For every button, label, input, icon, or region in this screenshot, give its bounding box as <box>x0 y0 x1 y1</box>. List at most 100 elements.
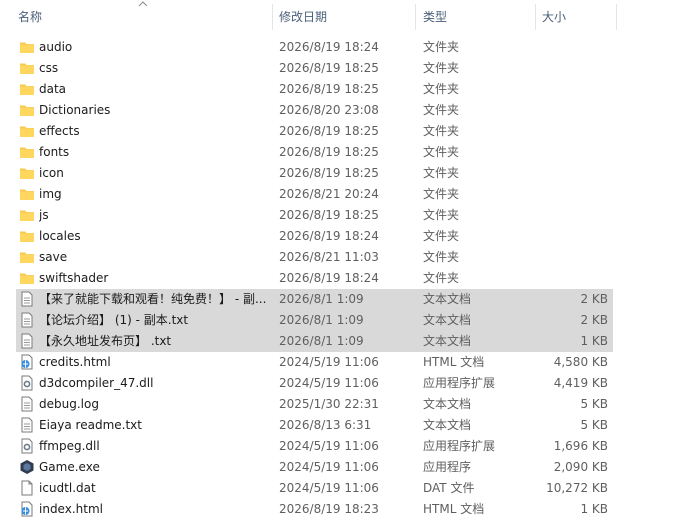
text-file-icon <box>19 291 35 307</box>
file-name: locales <box>39 229 81 243</box>
file-size: 1 KB <box>580 502 608 516</box>
file-size: 4,419 KB <box>553 376 608 390</box>
column-divider[interactable] <box>415 4 416 30</box>
file-date: 2026/8/19 18:25 <box>279 82 379 96</box>
file-date: 2025/1/30 22:31 <box>279 397 379 411</box>
folder-icon <box>19 270 35 286</box>
column-header-size-label: 大小 <box>542 10 567 24</box>
file-name: swiftshader <box>39 271 109 285</box>
file-size: 1,696 KB <box>553 439 608 453</box>
file-row[interactable]: img 2026/8/21 20:24 文件夹 <box>16 184 613 205</box>
file-name: 【论坛介绍】 (1) - 副本.txt <box>39 313 189 327</box>
file-row[interactable]: debug.log 2025/1/30 22:31 文本文档 5 KB <box>16 394 613 415</box>
file-row[interactable]: fonts 2026/8/19 18:25 文件夹 <box>16 142 613 163</box>
file-date: 2024/5/19 11:06 <box>279 355 379 369</box>
file-name: data <box>39 82 67 96</box>
file-row[interactable]: audio 2026/8/19 18:24 文件夹 <box>16 37 613 58</box>
file-row[interactable]: 【来了就能下载和观看！纯免费！】 - 副... 2026/8/1 1:09 文本文档… <box>16 289 613 310</box>
file-date: 2026/8/19 18:24 <box>279 229 379 243</box>
file-row[interactable]: swiftshader 2026/8/19 18:24 文件夹 <box>16 268 613 289</box>
file-row[interactable]: credits.html 2024/5/19 11:06 HTML 文档 4,580 … <box>16 352 613 373</box>
file-date: 2026/8/19 18:25 <box>279 61 379 75</box>
text-file-icon <box>19 333 35 349</box>
file-name: audio <box>39 40 73 54</box>
vertical-scrollbar[interactable] <box>662 0 676 519</box>
file-name: 【永久地址发布页】 .txt <box>39 334 172 348</box>
file-row[interactable]: locales 2026/8/19 18:24 文件夹 <box>16 226 613 247</box>
html-file-icon <box>19 354 35 370</box>
file-date: 2026/8/13 6:31 <box>279 418 372 432</box>
dll-file-icon <box>19 438 35 454</box>
column-divider[interactable] <box>616 4 617 30</box>
file-row[interactable]: Game.exe 2024/5/19 11:06 应用程序 2,090 KB <box>16 457 613 478</box>
folder-icon <box>19 165 35 181</box>
column-header-date[interactable]: 修改日期 <box>279 0 409 34</box>
file-date: 2026/8/1 1:09 <box>279 334 364 348</box>
file-size: 4,580 KB <box>553 355 608 369</box>
file-size <box>486 247 608 268</box>
file-date: 2024/5/19 11:06 <box>279 376 379 390</box>
file-size: 1 KB <box>580 334 608 348</box>
file-name: 【来了就能下载和观看！纯免费！】 - 副... <box>39 292 267 306</box>
file-date: 2026/8/19 18:25 <box>279 166 379 180</box>
folder-icon <box>19 60 35 76</box>
file-date: 2026/8/19 18:25 <box>279 124 379 138</box>
file-size <box>486 226 608 247</box>
file-date: 2024/5/19 11:06 <box>279 460 379 474</box>
file-size <box>486 205 608 226</box>
file-name: effects <box>39 124 80 138</box>
column-divider[interactable] <box>535 4 536 30</box>
file-name: icon <box>39 166 64 180</box>
sort-ascending-icon <box>138 1 148 7</box>
file-size: 10,272 KB <box>546 481 608 495</box>
html-file-icon <box>19 501 35 517</box>
file-date: 2024/5/19 11:06 <box>279 481 379 495</box>
file-row[interactable]: js 2026/8/19 18:25 文件夹 <box>16 205 613 226</box>
column-divider[interactable] <box>272 4 273 30</box>
file-row[interactable]: data 2026/8/19 18:25 文件夹 <box>16 79 613 100</box>
file-row[interactable]: icudtl.dat 2024/5/19 11:06 DAT 文件 10,272 KB <box>16 478 613 499</box>
file-row[interactable]: icon 2026/8/19 18:25 文件夹 <box>16 163 613 184</box>
file-size <box>486 121 608 142</box>
file-row[interactable]: d3dcompiler_47.dll 2024/5/19 11:06 应用程序扩展 4… <box>16 373 613 394</box>
file-row[interactable]: save 2026/8/21 11:03 文件夹 <box>16 247 613 268</box>
column-header-type[interactable]: 类型 <box>423 0 533 34</box>
file-name: icudtl.dat <box>39 481 96 495</box>
folder-icon <box>19 81 35 97</box>
file-size <box>486 79 608 100</box>
column-header-bar: 名称 修改日期 类型 大小 <box>0 0 676 34</box>
file-name: js <box>39 208 49 222</box>
file-size <box>486 37 608 58</box>
file-row[interactable]: css 2026/8/19 18:25 文件夹 <box>16 58 613 79</box>
game-exe-icon <box>19 459 35 475</box>
file-name: index.html <box>39 502 103 516</box>
folder-icon <box>19 207 35 223</box>
file-row[interactable]: ffmpeg.dll 2024/5/19 11:06 应用程序扩展 1,696 KB <box>16 436 613 457</box>
file-date: 2026/8/19 18:24 <box>279 40 379 54</box>
column-header-type-label: 类型 <box>423 10 448 24</box>
file-row[interactable]: effects 2026/8/19 18:25 文件夹 <box>16 121 613 142</box>
file-row[interactable]: 【永久地址发布页】 .txt 2026/8/1 1:09 文本文档 1 KB <box>16 331 613 352</box>
dll-file-icon <box>19 375 35 391</box>
folder-icon <box>19 228 35 244</box>
file-size <box>486 184 608 205</box>
file-size: 2,090 KB <box>553 460 608 474</box>
file-name: css <box>39 61 59 75</box>
file-name: fonts <box>39 145 70 159</box>
file-row[interactable]: 【论坛介绍】 (1) - 副本.txt 2026/8/1 1:09 文本文档 2 KB <box>16 310 613 331</box>
column-header-size[interactable]: 大小 <box>542 0 612 34</box>
file-row[interactable]: Dictionaries 2026/8/20 23:08 文件夹 <box>16 100 613 121</box>
folder-icon <box>19 123 35 139</box>
file-date: 2026/8/20 23:08 <box>279 103 379 117</box>
file-date: 2026/8/21 11:03 <box>279 250 379 264</box>
file-name: Game.exe <box>39 460 100 474</box>
file-row[interactable]: index.html 2026/8/19 18:23 HTML 文档 1 KB <box>16 499 613 520</box>
column-header-name-label: 名称 <box>18 10 43 24</box>
file-date: 2026/8/1 1:09 <box>279 313 364 327</box>
folder-icon <box>19 144 35 160</box>
file-name: d3dcompiler_47.dll <box>39 376 154 390</box>
file-date: 2026/8/19 18:23 <box>279 502 379 516</box>
file-name: debug.log <box>39 397 99 411</box>
file-row[interactable]: Eiaya readme.txt 2026/8/13 6:31 文本文档 5 KB <box>16 415 613 436</box>
file-date: 2026/8/19 18:25 <box>279 208 379 222</box>
